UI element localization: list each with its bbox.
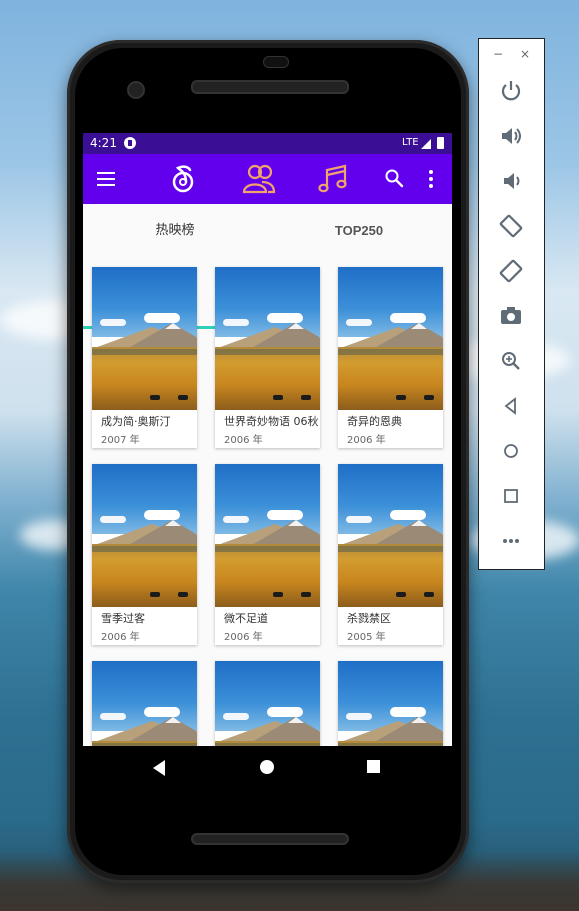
- movie-poster: [92, 267, 197, 410]
- app-bar: [83, 154, 452, 204]
- proximity-sensor: [263, 56, 289, 68]
- status-time: 4:21: [90, 136, 117, 150]
- movie-poster: [338, 661, 443, 746]
- movie-card[interactable]: [215, 661, 320, 746]
- power-icon[interactable]: [497, 77, 525, 105]
- home-icon[interactable]: [497, 437, 525, 465]
- movie-poster: [215, 661, 320, 746]
- movie-card[interactable]: 微不足道 2006 年: [215, 464, 320, 645]
- zoom-icon[interactable]: [497, 347, 525, 375]
- movie-card[interactable]: [338, 661, 443, 746]
- tab-now-playing[interactable]: 热映榜: [83, 204, 267, 258]
- more-vert-icon[interactable]: [428, 170, 434, 188]
- back-icon[interactable]: [153, 760, 165, 776]
- bottom-speaker: [191, 833, 349, 845]
- movie-poster: [338, 267, 443, 410]
- battery-icon: [437, 137, 444, 149]
- home-icon[interactable]: [260, 760, 274, 774]
- movie-title: 世界奇妙物语 06秋: [224, 415, 319, 428]
- movie-year: 2007 年: [101, 435, 140, 446]
- signal-icon: [421, 139, 431, 149]
- movie-title: 成为简·奥斯汀: [101, 415, 171, 428]
- rotate-left-icon[interactable]: [497, 212, 525, 240]
- movie-year: 2006 年: [347, 435, 386, 446]
- rotate-right-icon[interactable]: [497, 257, 525, 285]
- movie-poster: [215, 464, 320, 607]
- movie-card[interactable]: 奇异的恩典 2006 年: [338, 267, 443, 448]
- menu-icon[interactable]: [97, 171, 117, 187]
- front-camera: [127, 81, 145, 99]
- overview-icon[interactable]: [497, 482, 525, 510]
- network-label: LTE: [402, 137, 419, 148]
- music-note-circle-icon[interactable]: [166, 162, 200, 196]
- movie-card[interactable]: 杀戮禁区 2005 年: [338, 464, 443, 645]
- device-screen: 4:21 LTE 热映榜 TOP250 成为简·奥斯汀 2007 年 世界奇妙物…: [83, 133, 452, 746]
- emulator-window-controls: − ×: [479, 39, 544, 73]
- recents-icon[interactable]: [367, 760, 380, 773]
- tab-top250[interactable]: TOP250: [267, 204, 451, 258]
- notification-icon: [124, 137, 136, 149]
- movie-card[interactable]: 雪季过客 2006 年: [92, 464, 197, 645]
- movie-card[interactable]: [92, 661, 197, 746]
- movie-title: 微不足道: [224, 612, 268, 625]
- minimize-button[interactable]: −: [493, 47, 503, 61]
- status-bar: 4:21 LTE: [83, 133, 452, 154]
- volume-up-icon[interactable]: [497, 122, 525, 150]
- movie-card[interactable]: 成为简·奥斯汀 2007 年: [92, 267, 197, 448]
- movie-title: 奇异的恩典: [347, 415, 402, 428]
- movie-poster: [92, 661, 197, 746]
- movie-year: 2006 年: [224, 632, 263, 643]
- music-notes-icon[interactable]: [316, 162, 350, 196]
- movie-poster: [92, 464, 197, 607]
- movie-card[interactable]: 世界奇妙物语 06秋 2006 年: [215, 267, 320, 448]
- tab-bar: 热映榜 TOP250: [83, 204, 452, 329]
- more-icon[interactable]: [497, 527, 525, 555]
- movie-poster: [338, 464, 443, 607]
- movie-year: 2006 年: [101, 632, 140, 643]
- earpiece-speaker: [191, 80, 349, 94]
- people-icon[interactable]: [240, 162, 278, 196]
- movie-title: 雪季过客: [101, 612, 145, 625]
- movie-year: 2006 年: [224, 435, 263, 446]
- movie-year: 2005 年: [347, 632, 386, 643]
- back-icon[interactable]: [497, 392, 525, 420]
- movie-poster: [215, 267, 320, 410]
- movie-title: 杀戮禁区: [347, 612, 391, 625]
- navigation-bar: [83, 746, 452, 790]
- camera-icon[interactable]: [497, 302, 525, 330]
- volume-down-icon[interactable]: [497, 167, 525, 195]
- search-icon[interactable]: [384, 168, 404, 188]
- emulator-toolbar: − ×: [478, 38, 545, 570]
- close-button[interactable]: ×: [520, 47, 530, 61]
